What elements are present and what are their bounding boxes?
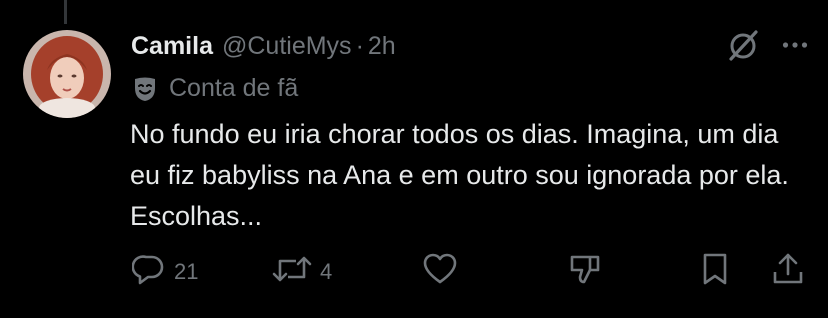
like-icon xyxy=(422,252,458,292)
more-icon[interactable] xyxy=(782,41,808,49)
share-button[interactable] xyxy=(772,252,804,292)
like-button[interactable] xyxy=(422,252,458,292)
separator-dot: · xyxy=(355,31,364,60)
reply-button[interactable]: 21 xyxy=(131,252,199,292)
timestamp[interactable]: 2h xyxy=(368,32,396,61)
bookmark-button[interactable] xyxy=(700,252,730,292)
account-label-text: Conta de fã xyxy=(169,74,299,102)
share-icon xyxy=(772,252,804,292)
retweet-icon xyxy=(272,252,312,292)
bookmark-icon xyxy=(700,252,730,292)
header-actions xyxy=(726,28,808,62)
reply-count: 21 xyxy=(174,259,199,284)
tweet-header: Camila @CutieMys · 2h xyxy=(131,31,396,61)
retweet-button[interactable]: 4 xyxy=(272,254,332,290)
action-bar: 21 4 xyxy=(130,252,810,292)
retweet-count: 4 xyxy=(320,259,333,284)
thread-line xyxy=(64,0,67,24)
avatar[interactable] xyxy=(23,30,111,118)
reply-icon xyxy=(131,252,166,292)
dislike-button[interactable] xyxy=(568,254,602,290)
handle[interactable]: @CutieMys xyxy=(222,32,352,61)
tweet-text: No fundo eu iria chorar todos os dias. I… xyxy=(130,119,789,231)
grok-icon[interactable] xyxy=(726,28,760,62)
account-label[interactable]: Conta de fã xyxy=(133,74,298,103)
display-name[interactable]: Camila xyxy=(131,32,213,61)
theater-masks-icon xyxy=(133,76,157,102)
dislike-icon xyxy=(568,252,602,292)
